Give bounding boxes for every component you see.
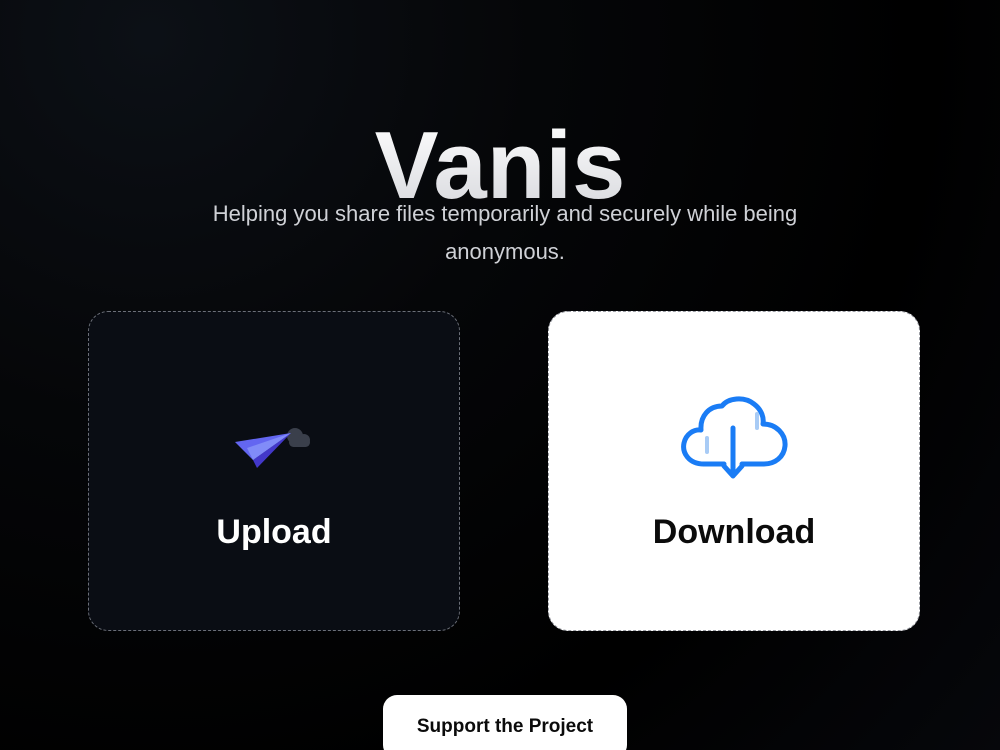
app-tagline: Helping you share files temporarily and … — [212, 201, 798, 264]
support-project-button[interactable]: Support the Project — [383, 695, 627, 750]
download-label: Download — [652, 513, 816, 551]
upload-card[interactable]: Upload — [88, 311, 460, 631]
download-card[interactable]: Download — [548, 311, 920, 631]
upload-label: Upload — [216, 513, 332, 551]
cloud-download-icon — [549, 394, 919, 486]
paper-plane-icon — [89, 420, 459, 472]
